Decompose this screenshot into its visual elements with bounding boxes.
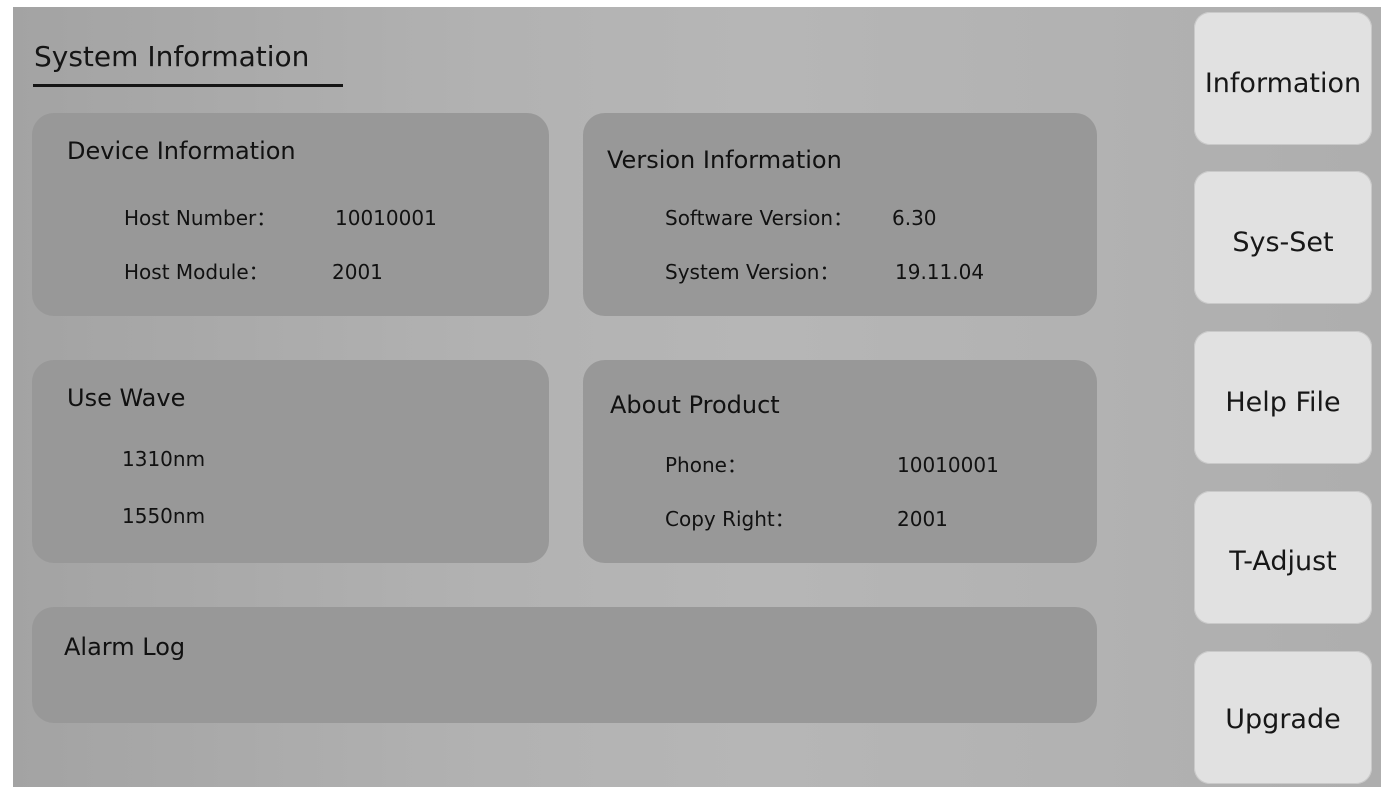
- help-file-button[interactable]: Help File: [1194, 331, 1372, 464]
- device-screen: System Information Device Information Ho…: [13, 7, 1381, 787]
- alarm-log-title: Alarm Log: [64, 633, 186, 661]
- phone-value: 10010001: [897, 453, 999, 477]
- system-version-value: 19.11.04: [895, 260, 985, 284]
- wave-item: 1550nm: [122, 504, 206, 528]
- page-title: System Information: [34, 40, 310, 73]
- version-information-panel: Version Information Software Version： 6.…: [583, 113, 1097, 316]
- use-wave-panel: Use Wave 1310nm 1550nm: [32, 360, 549, 563]
- system-version-label: System Version：: [665, 260, 840, 284]
- host-module-value: 2001: [332, 260, 383, 284]
- wave-item: 1310nm: [122, 447, 206, 471]
- software-version-label: Software Version：: [665, 206, 854, 230]
- sys-set-button[interactable]: Sys-Set: [1194, 171, 1372, 304]
- phone-label: Phone：: [665, 453, 747, 477]
- page-title-underline: [33, 84, 343, 87]
- copy-right-value: 2001: [897, 507, 948, 531]
- host-number-label: Host Number：: [124, 206, 277, 230]
- t-adjust-button-label: T-Adjust: [1229, 546, 1337, 577]
- upgrade-button-label: Upgrade: [1225, 704, 1341, 735]
- software-version-value: 6.30: [892, 206, 937, 230]
- alarm-log-panel: Alarm Log: [32, 607, 1097, 723]
- information-button-label: Information: [1204, 68, 1362, 99]
- device-information-title: Device Information: [67, 137, 296, 165]
- device-information-panel: Device Information Host Number： 10010001…: [32, 113, 549, 316]
- information-button[interactable]: Information: [1194, 12, 1372, 145]
- upgrade-button[interactable]: Upgrade: [1194, 651, 1372, 784]
- host-number-value: 10010001: [335, 206, 437, 230]
- help-file-button-label: Help File: [1225, 387, 1341, 418]
- sys-set-button-label: Sys-Set: [1232, 227, 1334, 258]
- host-module-label: Host Module：: [124, 260, 269, 284]
- t-adjust-button[interactable]: T-Adjust: [1194, 491, 1372, 624]
- copy-right-label: Copy Right：: [665, 507, 795, 531]
- about-product-panel: About Product Phone： 10010001 Copy Right…: [583, 360, 1097, 563]
- use-wave-title: Use Wave: [67, 384, 186, 412]
- about-product-title: About Product: [610, 391, 780, 419]
- version-information-title: Version Information: [607, 146, 842, 174]
